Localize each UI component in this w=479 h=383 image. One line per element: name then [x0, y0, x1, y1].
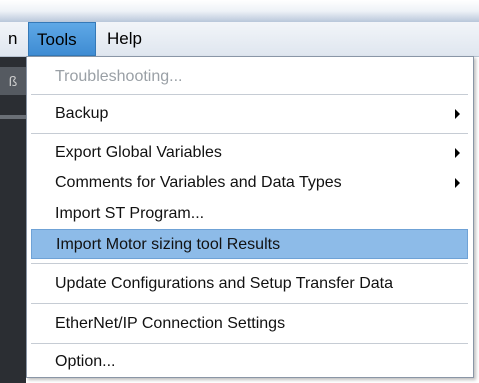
- menu-item-label: Option...: [55, 353, 116, 370]
- menu-item-import-motor-sizing[interactable]: Import Motor sizing tool Results: [31, 229, 468, 259]
- menu-item-comments-for-variables[interactable]: Comments for Variables and Data Types: [31, 168, 468, 198]
- tools-dropdown-menu: Troubleshooting... Backup Export Global …: [26, 56, 474, 378]
- menu-item-export-global-variables[interactable]: Export Global Variables: [31, 138, 468, 168]
- menu-item-label: Import Motor sizing tool Results: [56, 236, 281, 253]
- menu-partial-item[interactable]: n: [0, 22, 25, 56]
- menu-item-label: Troubleshooting...: [55, 68, 183, 85]
- menu-item-option[interactable]: Option...: [31, 347, 468, 377]
- panel-tab[interactable]: ß: [0, 67, 26, 95]
- menu-tools[interactable]: Tools: [28, 22, 96, 56]
- menu-item-label: Export Global Variables: [55, 144, 222, 161]
- submenu-arrow-icon: [455, 178, 460, 188]
- menu-item-ethernet-ip-settings[interactable]: EtherNet/IP Connection Settings: [31, 309, 468, 339]
- menu-item-label: Update Configurations and Setup Transfer…: [55, 275, 393, 292]
- menu-separator: [31, 343, 468, 345]
- menu-item-troubleshooting[interactable]: Troubleshooting...: [31, 62, 468, 92]
- menu-item-label: Comments for Variables and Data Types: [55, 174, 342, 191]
- menu-item-import-st-program[interactable]: Import ST Program...: [31, 199, 468, 229]
- menu-item-backup[interactable]: Backup: [31, 99, 468, 129]
- submenu-arrow-icon: [455, 109, 460, 119]
- menu-help[interactable]: Help: [99, 22, 150, 56]
- menu-separator: [31, 94, 468, 96]
- menu-item-update-configurations[interactable]: Update Configurations and Setup Transfer…: [31, 269, 468, 299]
- menu-bar: n Tools Help: [0, 22, 479, 57]
- menu-item-label: Import ST Program...: [55, 205, 205, 222]
- menu-item-label: EtherNet/IP Connection Settings: [55, 315, 286, 332]
- menu-separator: [31, 303, 468, 305]
- menu-separator: [31, 133, 468, 135]
- menu-separator: [31, 263, 468, 265]
- left-app-panel: ß: [0, 57, 26, 383]
- menu-item-label: Backup: [55, 105, 109, 122]
- window-top-chrome: [0, 0, 479, 22]
- submenu-arrow-icon: [455, 148, 460, 158]
- panel-divider: [0, 115, 26, 119]
